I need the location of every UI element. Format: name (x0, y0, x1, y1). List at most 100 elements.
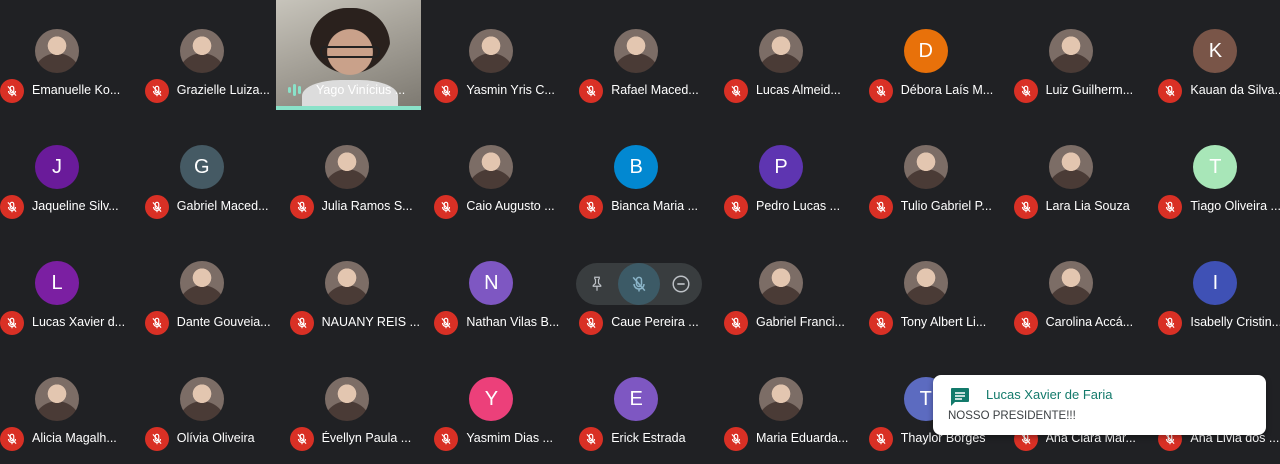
participant-name: Gabriel Maced... (176, 199, 269, 213)
mute-participant-button[interactable] (618, 263, 660, 305)
participant-name: Yago Vinícius ... (316, 83, 406, 97)
participant-name: Yasmim Dias ... (466, 431, 553, 445)
participant-name: Maria Eduarda... (755, 431, 849, 445)
muted-indicator (723, 311, 748, 335)
speaking-indicator-icon (288, 83, 304, 97)
mic-off-icon (1021, 317, 1031, 329)
avatar (1048, 29, 1093, 73)
mic-off-icon (586, 433, 596, 445)
participant-tile[interactable]: Yasmin Yris C... (426, 0, 571, 116)
participant-tile[interactable]: E Erick Estrada (571, 348, 716, 464)
participant-name: Alicia Magalh... (32, 431, 117, 445)
participant-tile[interactable]: Tony Albert Li... (861, 232, 1006, 348)
participant-name: Nathan Vilas B... (466, 315, 560, 329)
muted-indicator (144, 311, 169, 335)
avatar (35, 377, 79, 421)
avatar (903, 145, 948, 189)
avatar: T (1193, 145, 1238, 189)
participant-tile[interactable]: Lara Lia Souza (1006, 116, 1151, 232)
mic-off-icon (441, 433, 451, 445)
mic-off-icon (731, 85, 741, 97)
muted-indicator (1158, 79, 1183, 103)
pin-icon (592, 276, 602, 291)
participant-tile[interactable]: Alicia Magalh... (0, 348, 137, 464)
muted-indicator (579, 79, 604, 103)
participant-tile[interactable]: NAUANY REIS ... (282, 232, 427, 348)
notification-sender: Lucas Xavier de Faria (986, 387, 1113, 402)
participant-name: Bianca Maria ... (611, 199, 699, 213)
participant-tile[interactable]: Tulio Gabriel P... (861, 116, 1006, 232)
avatar: L (35, 261, 79, 305)
participant-tile[interactable]: Caio Augusto ... (426, 116, 571, 232)
participant-tile[interactable]: Rafael Maced... (571, 0, 716, 116)
muted-indicator (723, 79, 748, 103)
remove-circle-icon (672, 275, 690, 293)
participant-tile[interactable]: Julia Ramos S... (282, 116, 427, 232)
video-tile-active-speaker[interactable]: Yago Vinícius ... (276, 0, 421, 110)
mic-off-icon (586, 85, 596, 97)
participant-tile[interactable]: G Gabriel Maced... (137, 116, 282, 232)
mic-off-icon (731, 317, 741, 329)
participant-name: Tiago Oliveira ... (1190, 199, 1280, 213)
avatar (469, 29, 514, 73)
mic-off-icon (7, 317, 17, 329)
muted-indicator (1158, 195, 1183, 219)
mic-off-icon (731, 201, 741, 213)
mic-off-icon (152, 201, 162, 213)
mic-off-icon (441, 317, 451, 329)
muted-indicator (723, 195, 748, 219)
avatar: G (179, 145, 224, 189)
participant-name: Évellyn Paula ... (321, 431, 412, 445)
participant-name: Caue Pereira ... (611, 315, 699, 329)
avatar (1048, 145, 1093, 189)
participant-name: Erick Estrada (611, 431, 686, 445)
tile-hover-controls (576, 263, 702, 305)
participant-tile[interactable]: Dante Gouveia... (137, 232, 282, 348)
avatar (324, 261, 369, 305)
muted-indicator (868, 79, 893, 103)
participant-tile[interactable]: Maria Eduarda... (716, 348, 861, 464)
remove-participant-button[interactable] (660, 263, 702, 305)
participant-name: Rafael Maced... (611, 83, 699, 97)
participant-tile[interactable]: T Tiago Oliveira ... (1150, 116, 1280, 232)
muted-indicator (1013, 79, 1038, 103)
pin-button[interactable] (576, 263, 618, 305)
mic-off-icon (586, 317, 596, 329)
avatar (1048, 261, 1093, 305)
participant-tile[interactable]: J Jaqueline Silv... (0, 116, 137, 232)
participant-name: Débora Laís M... (900, 83, 994, 97)
participant-tile[interactable]: Y Yasmim Dias ... (426, 348, 571, 464)
participant-tile[interactable]: Emanuelle Ko... (0, 0, 137, 116)
participant-tile[interactable]: Grazielle Luiza... (137, 0, 282, 116)
avatar (179, 29, 224, 73)
avatar (758, 377, 803, 421)
participant-tile[interactable]: Gabriel Franci... (716, 232, 861, 348)
muted-indicator (0, 79, 24, 103)
mic-off-icon (876, 201, 886, 213)
participant-name: Emanuelle Ko... (32, 83, 121, 97)
participant-name: Tulio Gabriel P... (900, 199, 992, 213)
participant-tile[interactable]: Luiz Guilherm... (1006, 0, 1151, 116)
participant-tile[interactable]: Carolina Accá... (1006, 232, 1151, 348)
avatar (179, 261, 224, 305)
participant-name: Lucas Xavier d... (32, 315, 126, 329)
participant-tile[interactable]: I Isabelly Cristin... (1150, 232, 1280, 348)
participant-tile[interactable]: D Débora Laís M... (861, 0, 1006, 116)
participant-tile[interactable]: P Pedro Lucas ... (716, 116, 861, 232)
participant-name: NAUANY REIS ... (321, 315, 421, 329)
participant-tile[interactable]: Olívia Oliveira (137, 348, 282, 464)
chat-notification[interactable]: Lucas Xavier de Faria NOSSO PRESIDENTE!!… (933, 375, 1266, 435)
avatar (324, 145, 369, 189)
muted-indicator (289, 195, 314, 219)
participant-tile[interactable]: B Bianca Maria ... (571, 116, 716, 232)
participant-tile[interactable]: N Nathan Vilas B... (426, 232, 571, 348)
participant-tile[interactable]: L Lucas Xavier d... (0, 232, 137, 348)
chat-icon (951, 388, 969, 406)
participant-tile[interactable]: K Kauan da Silva... (1150, 0, 1280, 116)
participant-tile[interactable]: Évellyn Paula ... (282, 348, 427, 464)
participant-name: Isabelly Cristin... (1190, 315, 1280, 329)
muted-indicator (1158, 311, 1183, 335)
mic-off-icon (152, 433, 162, 445)
participant-tile[interactable]: Lucas Almeid... (716, 0, 861, 116)
avatar: D (903, 29, 948, 73)
